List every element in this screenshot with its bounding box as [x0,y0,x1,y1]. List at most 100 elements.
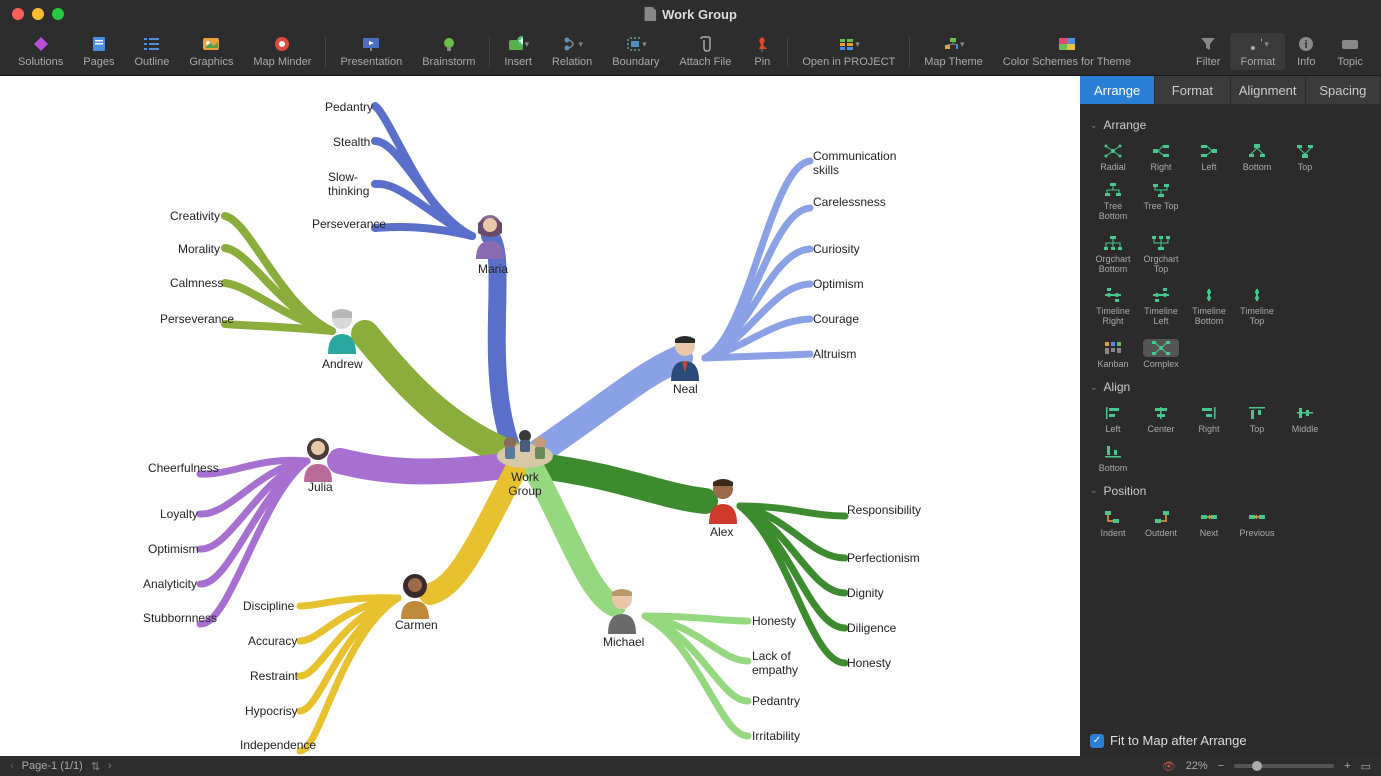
titlebar: Work Group [0,0,1381,28]
align-left[interactable]: Left [1090,402,1136,437]
title-text: Work Group [662,7,737,22]
tab-alignment[interactable]: Alignment [1231,76,1306,104]
pages-button[interactable]: Pages [73,33,124,70]
person-maria-icon[interactable] [470,211,510,261]
person-michael-icon[interactable] [602,586,642,636]
arrange-right[interactable]: Right [1138,140,1184,175]
map-theme-button[interactable]: ▾Map Theme [914,33,993,70]
arrange-tree-top[interactable]: Tree Top [1138,179,1184,224]
trait-label: Independence [240,739,298,753]
toolbar-label: Outline [134,56,169,68]
toolbar: Solutions Pages Outline Graphics Map Min… [0,28,1381,76]
presentation-button[interactable]: Presentation [330,33,412,70]
close-window-button[interactable] [12,8,24,20]
svg-text:i: i [1305,39,1308,51]
arrange-tree-bottom[interactable]: Tree Bottom [1090,179,1136,224]
position-next[interactable]: Next [1186,506,1232,541]
pin-button[interactable]: Pin [741,33,783,70]
position-indent[interactable]: Indent [1090,506,1136,541]
position-outdent[interactable]: Outdent [1138,506,1184,541]
trait-label: Diligence [847,622,896,636]
person-julia-icon[interactable] [298,434,338,484]
mindmap-canvas[interactable]: Work Group Maria Neal Andrew Alex Julia … [0,76,1080,756]
toolbar-label: Graphics [189,56,233,68]
zoom-slider[interactable] [1234,764,1334,768]
toolbar-label: Relation [552,56,592,68]
person-neal-icon[interactable] [665,333,705,383]
info-button[interactable]: iInfo [1285,33,1327,70]
section-align-header[interactable]: ⌄Align [1090,380,1371,394]
checkbox-icon: ✓ [1090,734,1104,748]
fit-screen-button[interactable]: ▭ [1361,760,1371,773]
minimize-window-button[interactable] [32,8,44,20]
align-center[interactable]: Center [1138,402,1184,437]
chevron-down-icon: ⌄ [1090,382,1098,393]
trait-label: Honesty [847,657,891,671]
person-andrew-icon[interactable] [322,306,362,356]
section-arrange-header[interactable]: ⌄Arrange [1090,118,1371,132]
tab-spacing[interactable]: Spacing [1306,76,1381,104]
zoom-out-button[interactable]: − [1218,760,1224,772]
person-alex-icon[interactable] [703,476,743,526]
chevron-down-icon: ⌄ [1090,485,1098,496]
arrange-timeline-left[interactable]: Timeline Left [1138,284,1184,329]
align-grid: Left Center Right Top Middle Bottom [1090,402,1371,476]
arrange-top[interactable]: Top [1282,140,1328,175]
chevron-down-icon: ▾ [579,39,584,50]
arrange-timeline-bottom[interactable]: Timeline Bottom [1186,284,1232,329]
tab-format[interactable]: Format [1155,76,1230,104]
arrange-complex[interactable]: Complex [1138,337,1184,372]
zoom-in-button[interactable]: + [1344,760,1350,772]
section-position-header[interactable]: ⌄Position [1090,484,1371,498]
trait-label: Creativity [170,210,220,224]
toolbar-label: Open in PROJECT [802,56,895,68]
open-in-project-button[interactable]: ▾Open in PROJECT [792,33,905,70]
arrange-kanban[interactable]: Kanban [1090,337,1136,372]
graphics-button[interactable]: Graphics [179,33,243,70]
tab-arrange[interactable]: Arrange [1080,76,1155,104]
eye-icon[interactable]: 👁 [1162,760,1176,773]
trait-label: Optimism [148,543,199,557]
outline-button[interactable]: Outline [124,33,179,70]
maximize-window-button[interactable] [52,8,64,20]
position-previous[interactable]: Previous [1234,506,1280,541]
prev-page-button[interactable]: ‹ [10,760,14,772]
map-minder-button[interactable]: Map Minder [243,33,321,70]
solutions-button[interactable]: Solutions [8,33,73,70]
align-right[interactable]: Right [1186,402,1232,437]
trait-label: Calmness [170,277,223,291]
trait-label: Irritability [752,730,800,744]
arrange-orgchart-top[interactable]: Orgchart Top [1138,232,1184,277]
arrange-radial[interactable]: Radial [1090,140,1136,175]
trait-label: Discipline [243,600,294,614]
toolbar-label: Color Schemes for Theme [1003,56,1131,68]
color-schemes-button[interactable]: Color Schemes for Theme [993,33,1141,70]
trait-label: Courage [813,313,859,327]
next-page-button[interactable]: › [108,760,112,772]
person-carmen-label: Carmen [395,619,438,633]
page-stepper[interactable]: ⇅ [91,760,100,773]
arrange-timeline-top[interactable]: Timeline Top [1234,284,1280,329]
relation-button[interactable]: ▾ Relation [542,33,602,70]
toolbar-label: Brainstorm [422,56,475,68]
topic-button[interactable]: Topic [1327,33,1373,70]
align-middle[interactable]: Middle [1282,402,1328,437]
person-julia-label: Julia [308,481,333,495]
toolbar-label: Boundary [612,56,659,68]
align-top[interactable]: Top [1234,402,1280,437]
boundary-button[interactable]: ▾Boundary [602,33,669,70]
page-indicator[interactable]: Page-1 (1/1) [22,760,83,772]
format-button[interactable]: ▾Format [1230,33,1285,70]
insert-button[interactable]: ▾Insert [494,33,542,70]
brainstorm-button[interactable]: Brainstorm [412,33,485,70]
align-bottom[interactable]: Bottom [1090,441,1136,476]
arrange-orgchart-bottom[interactable]: Orgchart Bottom [1090,232,1136,277]
fit-to-map-checkbox-row[interactable]: ✓ Fit to Map after Arrange [1080,725,1381,756]
filter-button[interactable]: Filter [1186,33,1230,70]
arrange-bottom[interactable]: Bottom [1234,140,1280,175]
arrange-left[interactable]: Left [1186,140,1232,175]
person-carmen-icon[interactable] [395,571,435,621]
arrange-timeline-right[interactable]: Timeline Right [1090,284,1136,329]
center-node-icon[interactable] [495,421,555,471]
attach-file-button[interactable]: Attach File [669,33,741,70]
